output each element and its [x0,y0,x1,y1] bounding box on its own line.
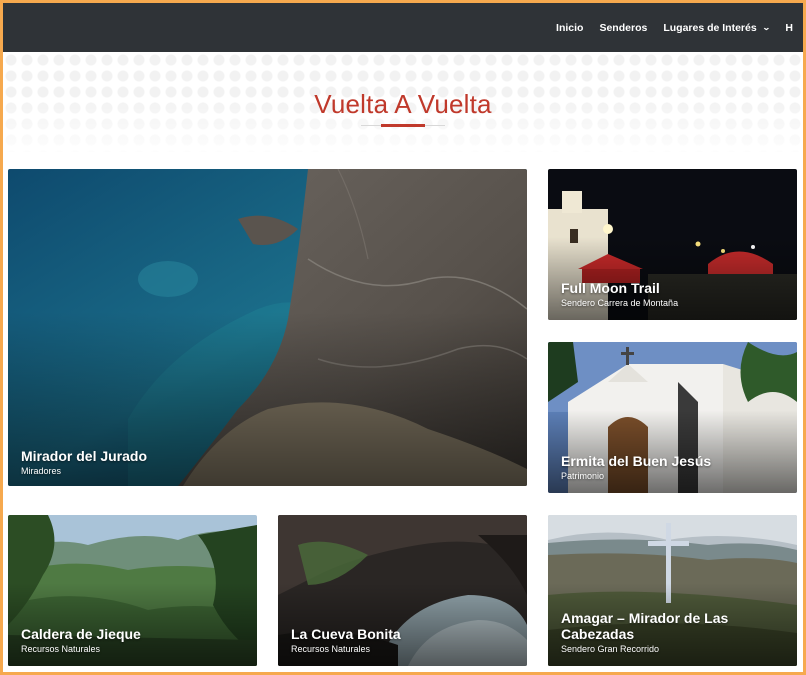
nav-label: Senderos [599,21,648,34]
card-title: Ermita del Buen Jesús [561,453,712,469]
page-frame: Inicio Senderos Lugares de Interés ⌄ H Vu… [3,3,803,672]
card-category: Miradores [21,466,62,476]
card-title: Mirador del Jurado [21,448,148,464]
title-divider-accent [381,124,425,127]
card-title: Caldera de Jieque [21,626,141,642]
card-title: Amagar – Mirador de Las Cabezadas [561,610,729,642]
card-category: Recursos Naturales [21,644,101,654]
card-ermita-del-buen-jesus[interactable]: Ermita del Buen Jesús Patrimonio [548,342,797,493]
card-title: La Cueva Bonita [291,626,401,642]
chevron-down-icon: ⌄ [761,23,771,32]
card-category: Sendero Carrera de Montaña [561,298,679,308]
nav-label: Inicio [556,21,584,34]
nav-item-lugares-de-interes[interactable]: Lugares de Interés ⌄ [663,21,771,34]
nav-item-truncated[interactable]: H [785,22,793,34]
nav-item-senderos[interactable]: Senderos [599,22,647,34]
card-title: Full Moon Trail [561,280,660,296]
card-category: Sendero Gran Recorrido [561,644,660,654]
top-navigation-bar: Inicio Senderos Lugares de Interés ⌄ H [3,3,803,52]
card-category: Patrimonio [561,471,605,481]
nav-label: Lugares de Interés [663,21,757,34]
nav-item-inicio[interactable]: Inicio [556,22,583,34]
card-full-moon-trail[interactable]: Full Moon Trail Sendero Carrera de Monta… [548,169,797,320]
card-mirador-del-jurado[interactable]: Mirador del Jurado Miradores [8,169,527,486]
nav-label: H [785,21,793,34]
card-amagar-mirador-de-las-cabezadas[interactable]: Amagar – Mirador de Las Cabezadas Sender… [548,515,797,666]
card-la-cueva-bonita[interactable]: La Cueva Bonita Recursos Naturales [278,515,527,666]
card-caldera-de-jieque[interactable]: Caldera de Jieque Recursos Naturales [8,515,257,666]
card-category: Recursos Naturales [291,644,371,654]
main-nav: Inicio Senderos Lugares de Interés ⌄ H [556,3,803,52]
page-title: Vuelta A Vuelta [314,89,492,119]
